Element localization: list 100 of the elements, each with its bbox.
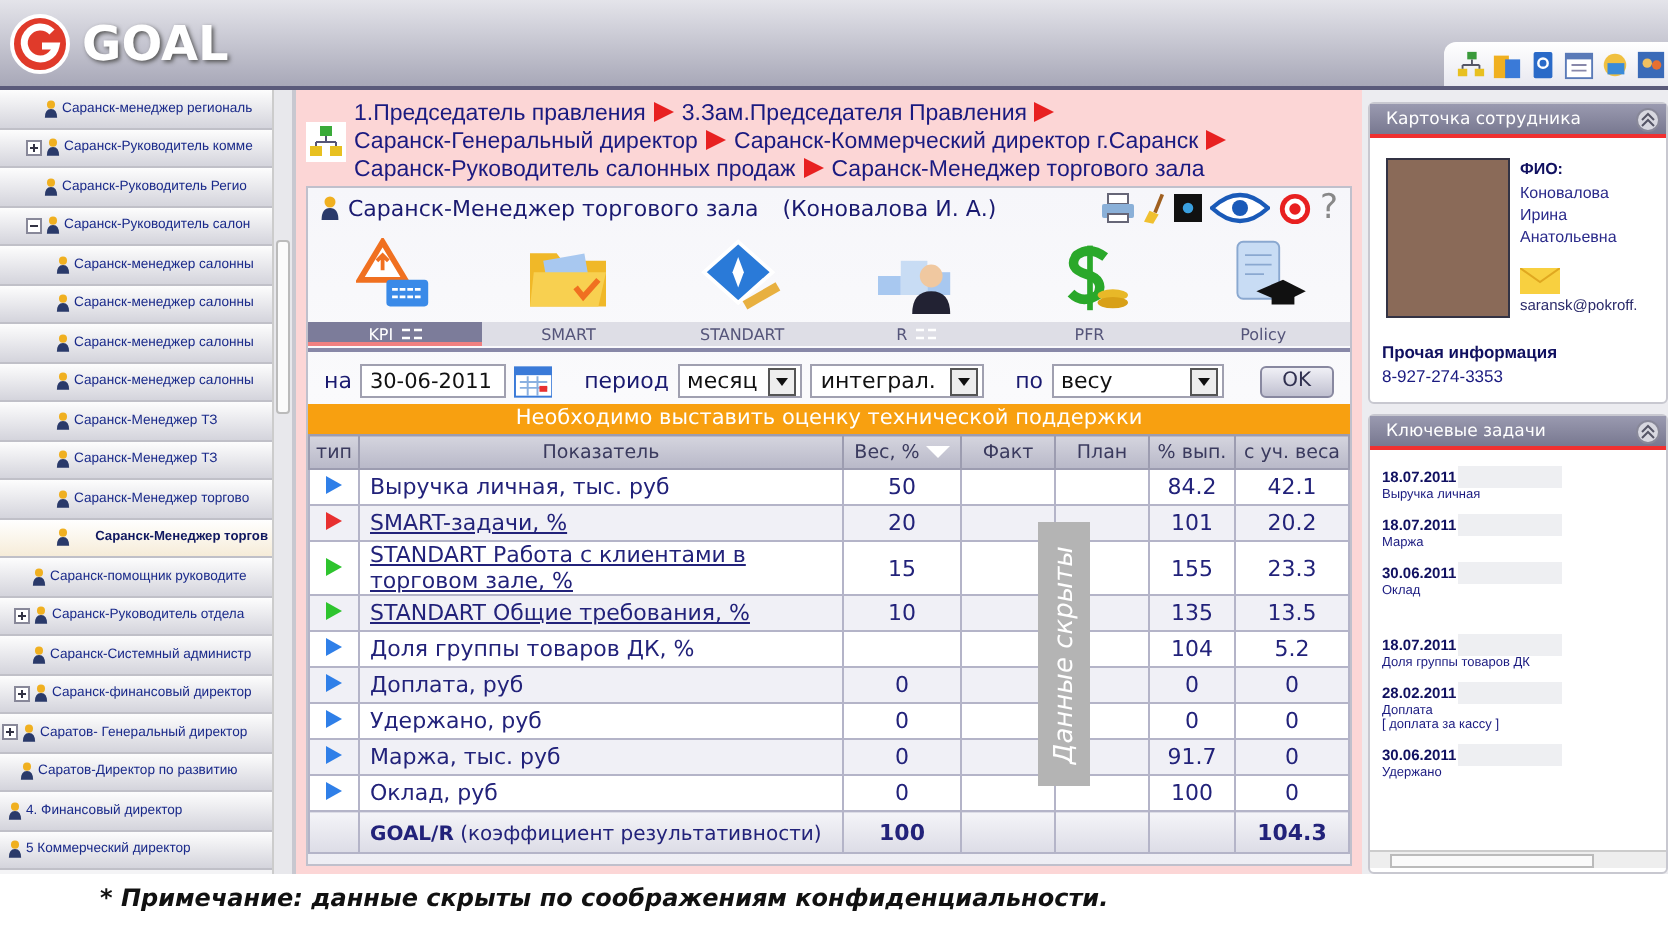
module-tab[interactable]: STANDART [655,228,829,348]
person-icon [8,840,22,859]
expander-icon[interactable] [26,139,42,156]
breadcrumb-link[interactable]: 3.Зам.Председателя Правления [681,102,1027,126]
section-label: Прочая информация [1382,342,1560,362]
target-icon[interactable] [1277,191,1312,225]
date-label: на [324,368,352,394]
person-icon [56,294,70,313]
module-tab[interactable]: SMART [481,228,656,348]
table-cell: 155 [1171,555,1213,581]
indicator-name: Оклад, руб [370,780,498,806]
mode-dropdown[interactable]: интеграл. [810,364,984,398]
person-icon [44,177,58,196]
person-icon [56,372,70,391]
card-header: Карточка сотрудника [1370,104,1666,138]
table-cell: 0 [895,780,909,806]
indicator-name: Выручка личная, тыс. руб [370,474,670,500]
printer-icon[interactable] [1099,192,1136,224]
breadcrumb-link[interactable]: Саранск-Руководитель салонных продаж [354,158,796,182]
calendar-icon[interactable] [1564,49,1594,79]
date-field[interactable]: 30-06-2011 [359,364,506,398]
indicator-name: Удержано, руб [370,708,542,734]
separator-icon [653,102,674,122]
card-header: Ключевые задачи [1370,416,1666,450]
screen-icon[interactable] [1173,194,1202,222]
sort-dropdown[interactable]: весу [1051,364,1224,398]
person-icon [34,684,48,703]
period-dropdown[interactable]: месяц [677,364,803,398]
breadcrumb-link[interactable]: Саранск-Менеджер торгового зала [831,158,1205,182]
module-tab[interactable]: R [829,228,1003,348]
name-text: Ирина [1520,204,1570,226]
calendar-icon[interactable] [513,365,553,397]
people-icon[interactable] [1636,49,1666,79]
expander-icon[interactable] [14,685,30,702]
person-icon [32,645,46,664]
separator-icon [1206,130,1227,150]
table-cell: 101 [1171,510,1213,536]
collapse-icon[interactable] [1636,419,1660,443]
person-icon [46,138,60,157]
person-icon [56,489,70,508]
position-title: Саранск-Менеджер торгового зала [348,195,759,221]
person-icon [46,216,60,235]
table-cell: 84.2 [1167,474,1217,500]
employee-name: (Коновалова И. А.) [782,195,997,221]
name-text: Анатольевна [1520,226,1619,248]
scrollbar[interactable] [272,90,292,874]
separator-icon [705,130,726,150]
name-text: Коновалова [1520,182,1611,204]
broom-icon[interactable] [1143,191,1166,225]
module-tab[interactable]: PFR [1002,228,1177,348]
breadcrumb-link[interactable]: Саранск-Коммерческий директор г.Саранск [733,130,1199,154]
table-cell: 20 [888,510,916,536]
org-chart-icon[interactable] [1456,49,1486,79]
breadcrumb-link[interactable]: 1.Председатель правления [354,102,646,126]
eye-icon[interactable] [1209,192,1270,224]
table-cell: 5.2 [1274,636,1310,662]
person-icon [56,411,70,430]
table-cell: 42.1 [1267,474,1317,500]
logo-text: GOAL [82,15,229,71]
table-cell: 0 [1285,708,1299,734]
collapse-icon[interactable] [1636,107,1660,131]
table-cell: 0 [895,744,909,770]
notice-banner: Необходимо выставить оценку технической поддержки [308,404,1350,434]
person-icon [34,606,48,625]
expander-icon[interactable] [14,607,30,624]
table-cell: 15 [888,555,916,581]
ok-button[interactable]: OK [1259,365,1334,397]
table-cell: 91.7 [1167,744,1217,770]
table-cell: 100 [879,819,925,845]
person-icon [20,762,34,781]
table-cell: 0 [1185,672,1199,698]
hidden-data-label: Данные скрыты [1038,522,1090,786]
separator-icon [803,158,824,178]
phone-text: 8-927-274-3353 [1382,366,1505,386]
period-label: период [584,368,670,394]
table-cell: 0 [1185,708,1199,734]
table-cell: 23.3 [1267,555,1317,581]
person-icon [56,255,70,274]
total-label: GOAL/R (коэффициент результативности) [370,823,822,845]
expander-icon[interactable] [2,724,18,741]
column-header: Показатель [359,435,843,469]
table-cell: 135 [1171,600,1213,626]
table-cell: 0 [1285,744,1299,770]
person-icon [8,801,22,820]
person-icon [56,333,70,352]
table-cell: 20.2 [1267,510,1317,536]
module-tab[interactable]: KPI [308,228,482,348]
scrollbar[interactable] [1370,850,1666,868]
person-icon [44,99,58,118]
diamond-badge-icon [700,237,785,313]
person-icon [22,723,36,742]
module-tab[interactable]: Policy [1176,228,1350,348]
table-cell: 50 [888,474,916,500]
table-cell: 104.3 [1257,819,1327,845]
expander-icon[interactable] [26,217,42,234]
person-icon [32,567,46,586]
indicator-name: Маржа, тыс. руб [370,744,561,770]
breadcrumb-link[interactable]: Саранск-Генеральный директор [354,130,698,154]
column-header: тип [309,435,359,469]
table-cell: 0 [895,672,909,698]
